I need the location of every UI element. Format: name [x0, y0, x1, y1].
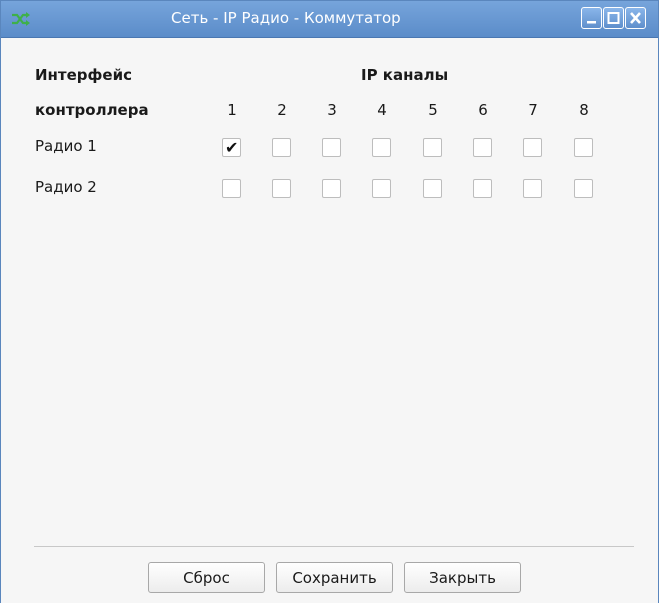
- maximize-button[interactable]: [603, 7, 624, 29]
- window-title: Сеть - IP Радио - Коммутатор: [171, 9, 401, 27]
- channel-header-4: 4: [377, 101, 387, 119]
- ip-channels-header: IP каналы: [361, 66, 449, 84]
- dialog-content: Интерфейс контроллера IP каналы 1 2 3 4 …: [1, 38, 658, 603]
- checkbox-radio-1-channel-8[interactable]: [574, 138, 593, 157]
- checkbox-radio-2-channel-4[interactable]: [372, 179, 391, 198]
- channel-header-6: 6: [478, 101, 488, 119]
- channel-header-5: 5: [428, 101, 438, 119]
- interface-header-line1: Интерфейс: [35, 66, 132, 84]
- channel-header-1: 1: [227, 101, 237, 119]
- checkbox-radio-2-channel-3[interactable]: [322, 179, 341, 198]
- checkbox-radio-1-channel-4[interactable]: [372, 138, 391, 157]
- window: Сеть - IP Радио - Коммутатор Интерфейс к…: [0, 0, 659, 603]
- reset-button[interactable]: Сброс: [148, 562, 265, 593]
- channel-header-3: 3: [327, 101, 337, 119]
- radio-2-label: Радио 2: [35, 178, 97, 196]
- checkmark-icon: ✔: [225, 138, 239, 157]
- checkbox-radio-1-channel-1[interactable]: ✔: [222, 138, 241, 157]
- maximize-icon: [607, 12, 620, 24]
- checkbox-radio-1-channel-2[interactable]: [272, 138, 291, 157]
- checkbox-radio-1-channel-5[interactable]: [423, 138, 442, 157]
- minimize-icon: [587, 21, 596, 24]
- checkbox-radio-2-channel-8[interactable]: [574, 179, 593, 198]
- checkbox-radio-1-channel-7[interactable]: [523, 138, 542, 157]
- checkbox-radio-2-channel-1[interactable]: [222, 179, 241, 198]
- radio-1-label: Радио 1: [35, 137, 97, 155]
- channel-header-7: 7: [528, 101, 538, 119]
- shuffle-icon: [12, 12, 30, 26]
- divider: [34, 546, 634, 547]
- close-dialog-button[interactable]: Закрыть: [404, 562, 521, 593]
- title-bar[interactable]: Сеть - IP Радио - Коммутатор: [1, 1, 658, 38]
- checkbox-radio-2-channel-2[interactable]: [272, 179, 291, 198]
- channel-header-2: 2: [277, 101, 287, 119]
- checkbox-radio-2-channel-7[interactable]: [523, 179, 542, 198]
- checkbox-radio-1-channel-6[interactable]: [473, 138, 492, 157]
- minimize-button[interactable]: [581, 7, 602, 29]
- close-icon: [630, 12, 641, 24]
- close-button[interactable]: [625, 7, 646, 29]
- interface-header-line2: контроллера: [35, 101, 149, 119]
- save-button[interactable]: Сохранить: [276, 562, 393, 593]
- checkbox-radio-2-channel-6[interactable]: [473, 179, 492, 198]
- channel-header-8: 8: [579, 101, 589, 119]
- checkbox-radio-1-channel-3[interactable]: [322, 138, 341, 157]
- checkbox-radio-2-channel-5[interactable]: [423, 179, 442, 198]
